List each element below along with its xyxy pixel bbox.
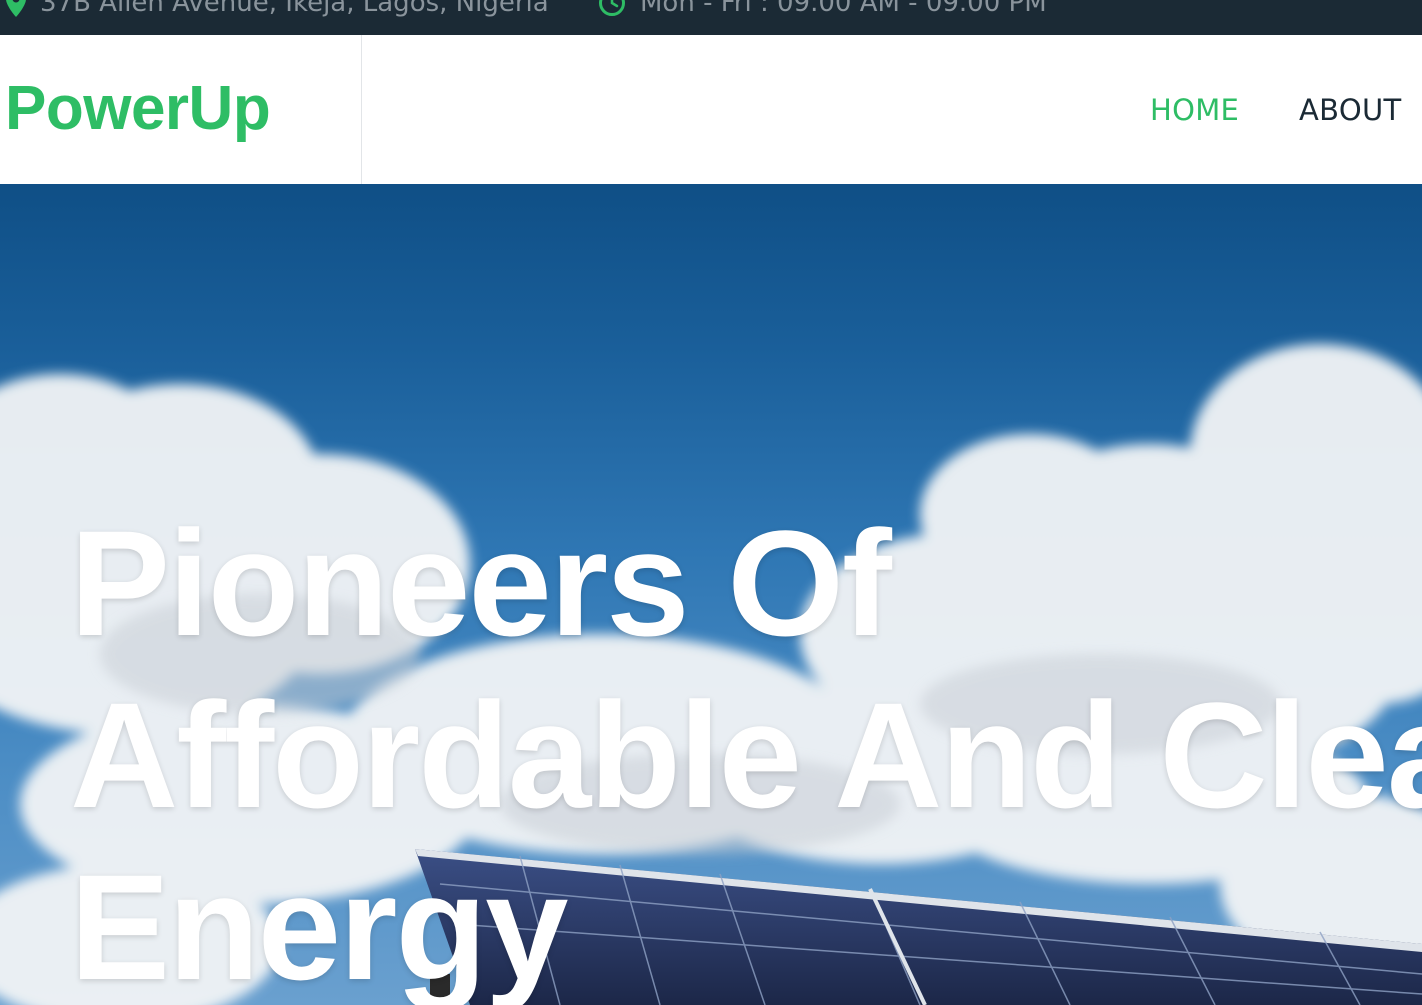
clock-icon — [598, 0, 626, 17]
hero-title: Pioneers Of Affordable And Clean Energy — [70, 497, 1422, 1005]
map-marker-icon — [6, 0, 26, 17]
hours-text: Mon - Fri : 09.00 AM - 09.00 PM — [640, 0, 1047, 18]
address-info: 37B Allen Avenue, Ikeja, Lagos, Nigeria — [6, 0, 549, 18]
site-header: PowerUp HOME ABOUT — [0, 35, 1422, 184]
hours-info: Mon - Fri : 09.00 AM - 09.00 PM — [598, 0, 1047, 18]
site-logo[interactable]: PowerUp — [5, 73, 271, 144]
hero-title-line-3: Energy — [70, 843, 569, 1005]
address-text: 37B Allen Avenue, Ikeja, Lagos, Nigeria — [40, 0, 549, 18]
top-info-bar: 37B Allen Avenue, Ikeja, Lagos, Nigeria … — [0, 0, 1422, 35]
logo-container: PowerUp — [0, 35, 362, 184]
hero-section: Pioneers Of Affordable And Clean Energy — [0, 184, 1422, 1005]
nav-about-link[interactable]: ABOUT — [1299, 93, 1402, 127]
nav-home-link[interactable]: HOME — [1150, 93, 1239, 127]
hero-title-line-1: Pioneers Of — [70, 499, 892, 667]
hero-title-line-2: Affordable And Clean — [70, 671, 1422, 839]
